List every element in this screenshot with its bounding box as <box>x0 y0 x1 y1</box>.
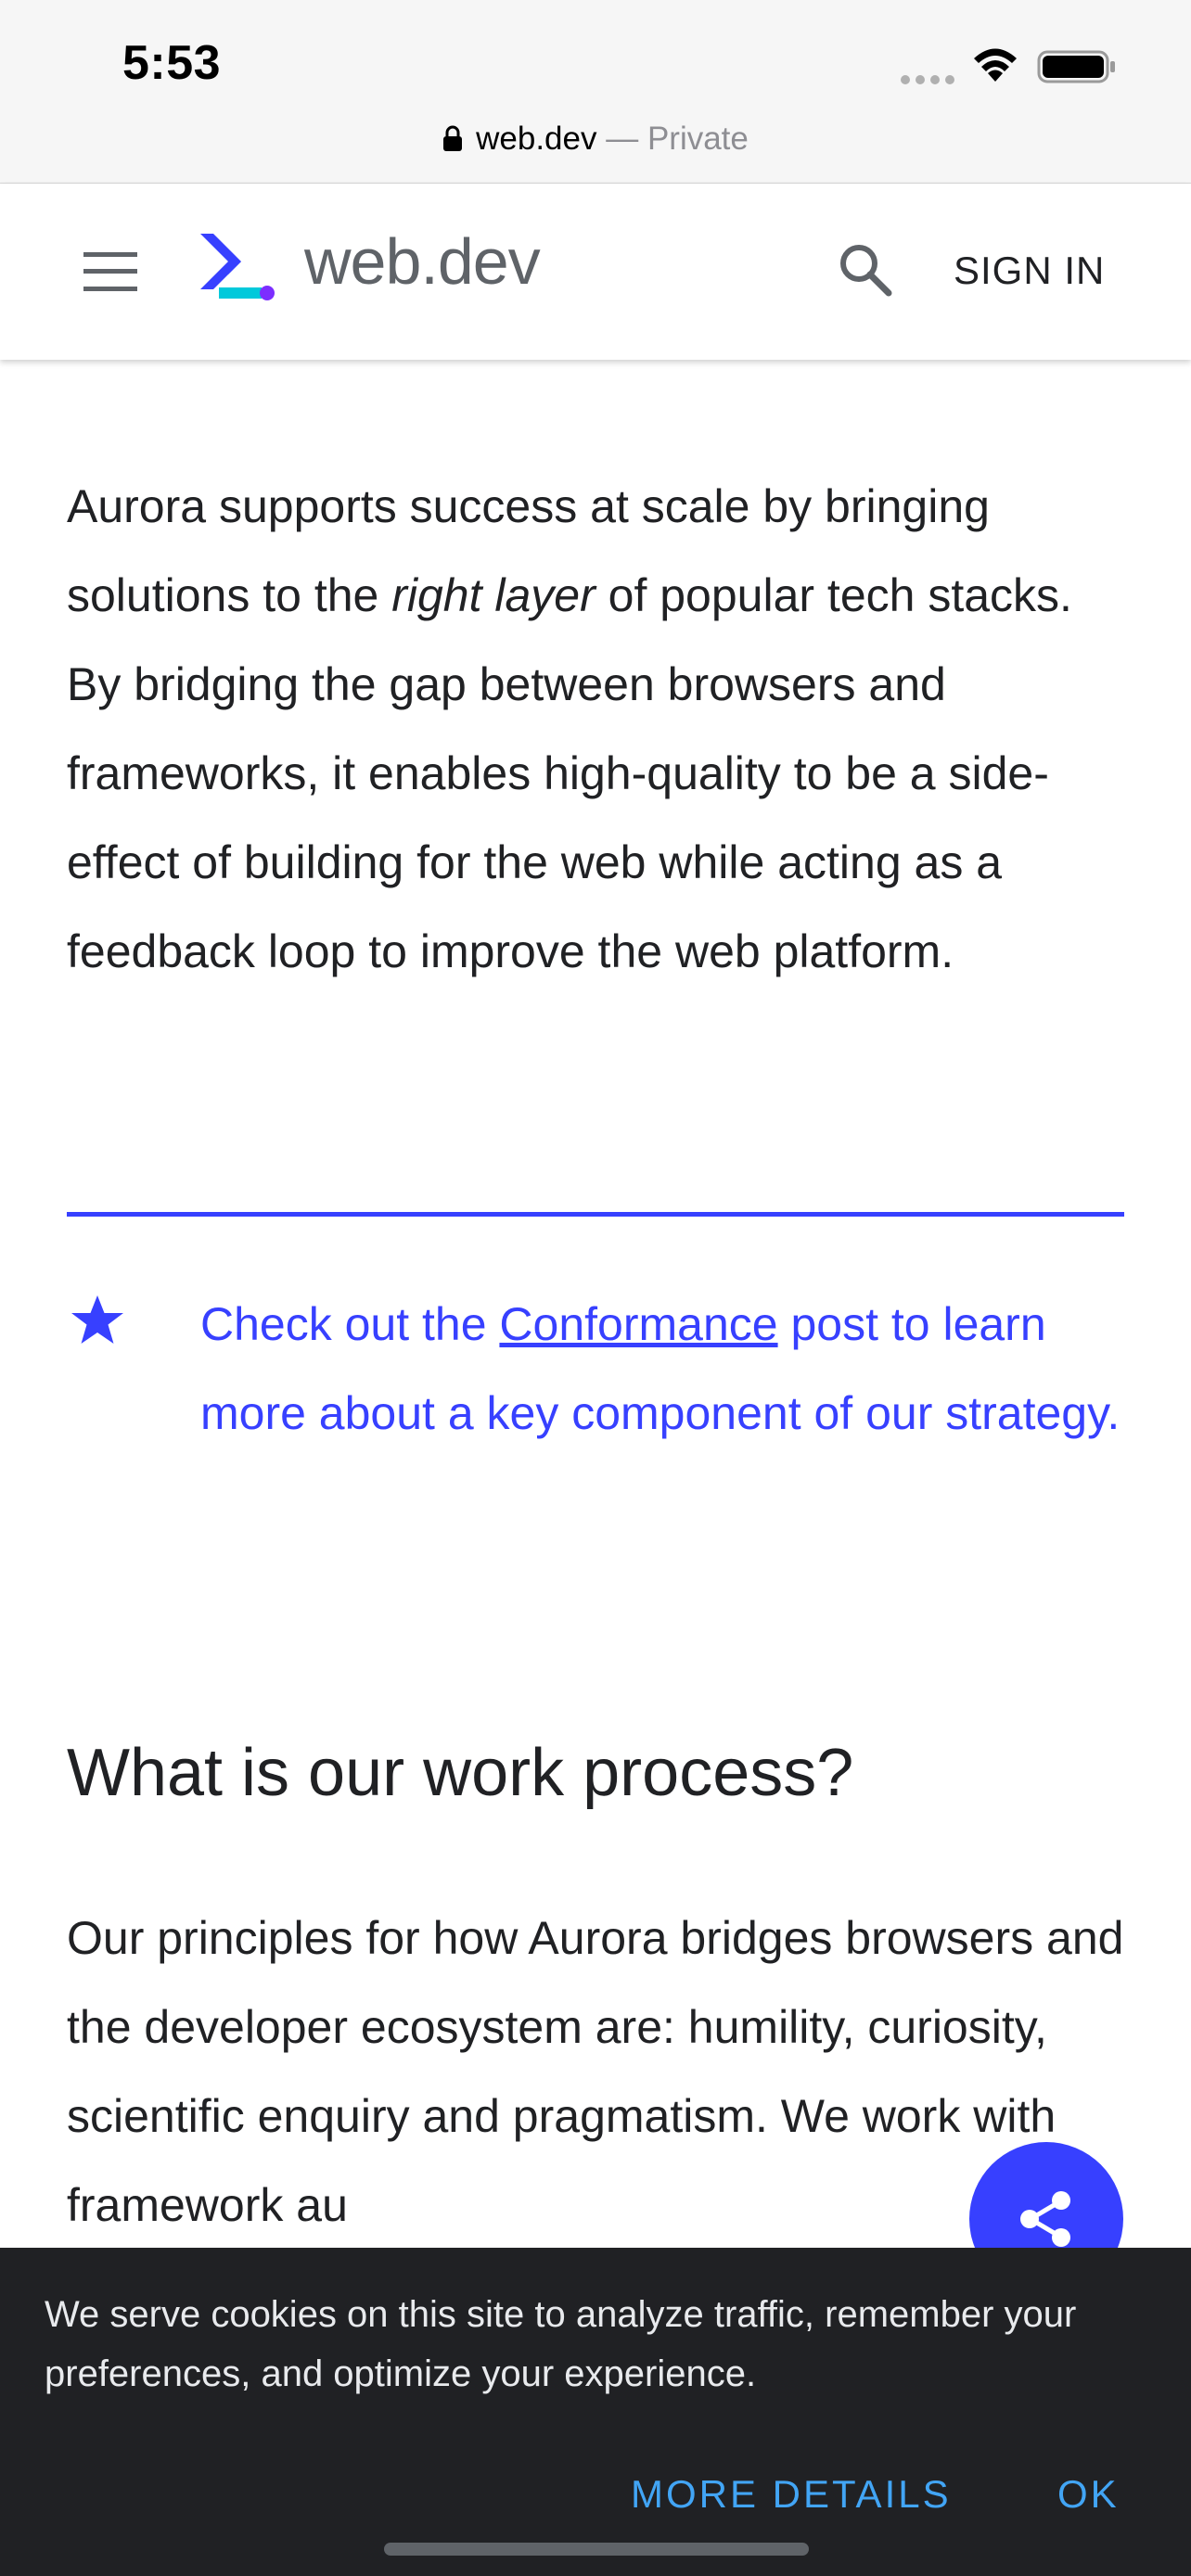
home-indicator[interactable] <box>384 2543 809 2556</box>
address-bar[interactable]: web.dev — Private <box>0 117 1191 161</box>
hamburger-menu-icon[interactable] <box>83 252 137 291</box>
cellular-signal-icon <box>901 75 954 84</box>
article-paragraph: Aurora supports success at scale by brin… <box>67 462 1124 996</box>
web-dev-logo-icon[interactable] <box>200 234 278 300</box>
sign-in-button[interactable]: SIGN IN <box>954 249 1105 293</box>
more-details-button[interactable]: MORE DETAILS <box>631 2472 952 2517</box>
callout-text: Check out the Conformance post to learn … <box>200 1280 1128 1458</box>
status-time: 5:53 <box>122 36 222 90</box>
ok-button[interactable]: OK <box>1057 2472 1120 2517</box>
callout-text-start: Check out the <box>200 1298 500 1350</box>
address-domain: web.dev <box>476 121 597 157</box>
site-logo-text[interactable]: web.dev <box>304 224 541 299</box>
cookie-notice-text: We serve cookies on this site to analyze… <box>45 2294 1077 2394</box>
lock-icon <box>443 125 463 151</box>
callout-divider <box>67 1212 1124 1217</box>
address-private-label: Private <box>647 121 749 157</box>
section-heading: What is our work process? <box>67 1736 854 1810</box>
share-icon <box>1020 2191 1070 2247</box>
browser-status-area: 5:53 web.dev — Private <box>0 0 1191 184</box>
wifi-icon <box>974 48 1017 82</box>
star-icon <box>71 1295 123 1344</box>
search-icon[interactable] <box>837 241 892 297</box>
address-separator: — <box>596 121 647 157</box>
paragraph-text: of popular tech stacks. By bridging the … <box>67 569 1072 977</box>
site-header: web.dev SIGN IN <box>0 184 1191 360</box>
conformance-link[interactable]: Conformance <box>499 1298 777 1350</box>
article-paragraph: Our principles for how Aurora bridges br… <box>67 1912 1124 2231</box>
battery-icon <box>1037 50 1115 83</box>
emphasis-right-layer: right layer <box>391 569 596 621</box>
cookie-banner: We serve cookies on this site to analyze… <box>0 2248 1191 2576</box>
